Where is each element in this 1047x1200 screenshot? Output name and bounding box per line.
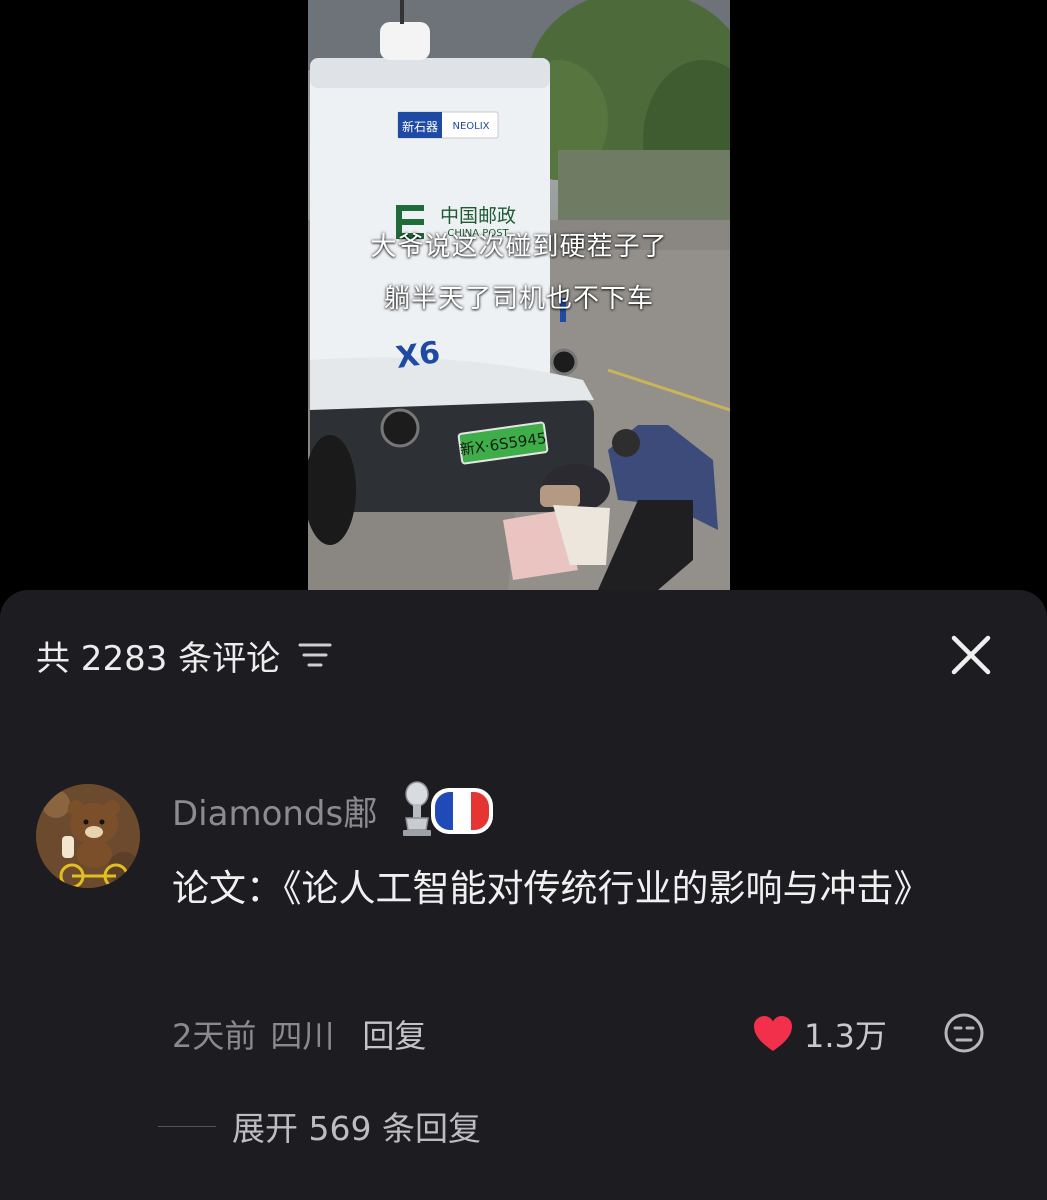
comments-header: 共 2283 条评论 bbox=[36, 630, 332, 680]
reply-button[interactable]: 回复 bbox=[362, 1011, 426, 1057]
comments-sheet: 共 2283 条评论 Diamonds鄌 论文：《论人工智能对传统行业的影响与冲… bbox=[0, 590, 1047, 1200]
comment-text: 论文：《论人工智能对传统行业的影响与冲击》 bbox=[172, 867, 931, 910]
van-post: 中国邮政 bbox=[440, 205, 516, 227]
video-frame[interactable]: 新X·6S5945 新石器 NEOLIX 中国邮政 CHINA POST X6 … bbox=[308, 0, 730, 590]
heart-icon bbox=[752, 1014, 794, 1054]
comment-time: 2天前 bbox=[172, 1017, 257, 1055]
video-caption-line1: 大爷说这次碰到硬茬子了 bbox=[370, 232, 668, 262]
username[interactable]: Diamonds鄌 bbox=[172, 786, 377, 835]
close-icon bbox=[951, 635, 991, 675]
close-button[interactable] bbox=[944, 628, 998, 682]
comment-count-label: 共 2283 条评论 bbox=[36, 638, 281, 679]
comment-meta: 2天前 四川 回复 bbox=[172, 1006, 426, 1062]
expand-replies-label: 展开 569 条回复 bbox=[232, 1109, 481, 1148]
username-row: Diamonds鄌 bbox=[172, 780, 497, 840]
comment-location: 四川 bbox=[270, 1017, 335, 1055]
van-brand-en: NEOLIX bbox=[452, 121, 489, 132]
video-player[interactable]: 新X·6S5945 新石器 NEOLIX 中国邮政 CHINA POST X6 … bbox=[0, 0, 1047, 600]
like-count: 1.3万 bbox=[804, 1017, 887, 1055]
trophy-flag-badge-icon bbox=[401, 780, 497, 840]
dislike-face-icon[interactable] bbox=[942, 1011, 986, 1055]
like-button[interactable]: 1.3万 bbox=[752, 1006, 887, 1062]
video-caption-line2: 躺半天了司机也不下车 bbox=[383, 284, 654, 314]
van-brand-cn: 新石器 bbox=[402, 119, 438, 134]
filter-icon[interactable] bbox=[298, 640, 332, 670]
expand-divider bbox=[158, 1125, 216, 1127]
expand-replies-button[interactable]: 展开 569 条回复 bbox=[158, 1098, 481, 1154]
avatar[interactable] bbox=[36, 784, 140, 888]
van-model: X6 bbox=[394, 335, 442, 376]
